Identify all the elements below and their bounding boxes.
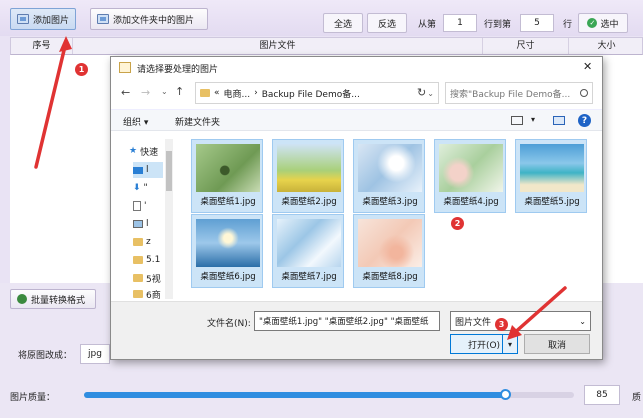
annotation-overlay <box>34 36 567 340</box>
annotation-arrow-3 <box>507 286 567 340</box>
annotation-arrow-1 <box>34 36 72 169</box>
annotation-badge-1: 1 <box>75 63 88 76</box>
annotation-badge-2: 2 <box>451 217 464 230</box>
annotation-badge-3: 3 <box>495 318 508 331</box>
